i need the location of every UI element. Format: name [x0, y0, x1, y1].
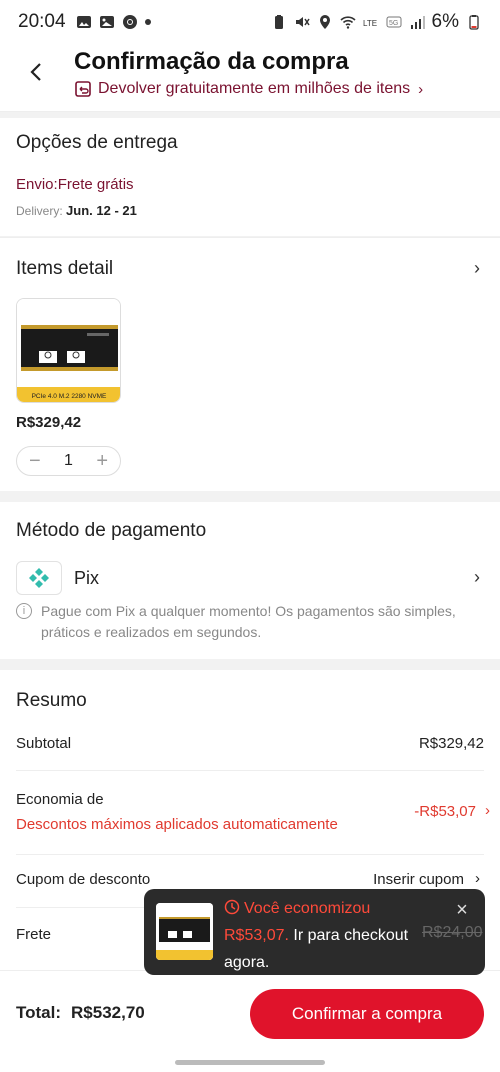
confirm-purchase-button[interactable]: Confirmar a compra: [250, 989, 484, 1039]
home-indicator[interactable]: [175, 1060, 325, 1065]
item-price: R$329,42: [16, 414, 82, 431]
battery-saver-icon: [274, 15, 283, 29]
battery-icon: [469, 15, 479, 30]
coupon-label: Cupom de desconto: [16, 871, 151, 888]
pix-label: Pix: [74, 567, 100, 588]
items-detail-section: Items detail › PCIe 4.0 M.2 2280 NVME R$…: [0, 237, 500, 491]
5g-icon: 5G: [386, 16, 402, 28]
summary-title: Resumo: [16, 690, 87, 711]
divider: [16, 854, 484, 855]
pix-info-note: i Pague com Pix a qualquer momento! Os p…: [16, 601, 476, 643]
chevron-left-icon: [30, 63, 41, 81]
battery-percent: 6%: [431, 11, 459, 32]
gallery-icon: [76, 16, 91, 28]
decrease-quantity-button[interactable]: −: [29, 450, 41, 473]
toast-headline-row: Você economizou: [224, 895, 439, 922]
toast-message: Você economizou R$53,07. Ir para checkou…: [224, 895, 439, 976]
subtotal-value: R$329,42: [418, 735, 484, 752]
signal-icon: [410, 16, 425, 29]
free-return-text: Devolver gratuitamente em milhões de ite…: [98, 80, 411, 97]
delivery-estimate: Delivery: Jun. 12 - 21: [16, 203, 137, 218]
image-icon: [99, 16, 114, 28]
more-notifications-icon: [144, 19, 151, 25]
payment-chevron-icon: ›: [474, 567, 480, 587]
close-icon[interactable]: ×: [453, 900, 471, 920]
items-title: Items detail: [16, 258, 114, 279]
total: Total: R$532,70: [16, 1003, 145, 1023]
savings-value: -R$53,07: [414, 803, 476, 820]
clock-icon: [224, 899, 240, 915]
divider: [16, 770, 484, 771]
subtotal-label: Subtotal: [16, 735, 72, 752]
total-label: Total:: [16, 1003, 62, 1022]
ssd-product-image: PCIe 4.0 M.2 2280 NVME: [17, 299, 120, 402]
system-icons: LTE 5G 6%: [271, 11, 482, 33]
toast-headline: Você economizou: [244, 900, 371, 917]
payment-method-section: Método de pagamento Pix › i Pague com Pi…: [0, 502, 500, 659]
coupon-row[interactable]: Cupom de desconto Inserir cupom ›: [16, 870, 484, 888]
toast-amount: R$53,07.: [224, 927, 289, 944]
pix-icon: [29, 568, 49, 588]
info-icon: i: [16, 603, 32, 619]
delivery-dates: Jun. 12 - 21: [66, 203, 137, 218]
subtotal-row: Subtotal R$329,42: [16, 735, 484, 752]
coupon-chevron-icon: ›: [475, 870, 480, 887]
svg-text:5G: 5G: [389, 20, 398, 27]
quantity-stepper: − 1 +: [16, 446, 121, 476]
delivery-options-section: Opções de entrega Envio:Frete grátis Del…: [0, 118, 500, 236]
pix-note-text: Pague com Pix a qualquer momento! Os pag…: [41, 603, 456, 640]
location-icon: [319, 15, 330, 29]
payment-title: Método de pagamento: [16, 520, 207, 541]
shipping-label: Frete: [16, 926, 52, 943]
product-badge-text: PCIe 4.0 M.2 2280 NVME: [32, 393, 107, 400]
total-value: R$532,70: [71, 1003, 145, 1022]
svg-text:LTE: LTE: [363, 19, 377, 28]
increase-quantity-button[interactable]: +: [96, 450, 108, 473]
coupon-value: Inserir cupom: [373, 871, 464, 888]
savings-chevron-icon: ›: [485, 802, 490, 819]
shipping-original-value: R$24,00: [422, 924, 483, 941]
toast-product-image: [156, 903, 213, 960]
page-header: Confirmação da compra Devolver gratuitam…: [0, 44, 500, 112]
status-time: 20:04: [18, 11, 66, 32]
product-image[interactable]: PCIe 4.0 M.2 2280 NVME: [16, 298, 121, 403]
quantity-value: 1: [64, 452, 73, 469]
delivery-title: Opções de entrega: [16, 132, 178, 153]
chrome-icon: [122, 15, 137, 29]
wifi-icon: [339, 16, 356, 29]
back-button[interactable]: [22, 58, 50, 86]
notification-icons: [76, 14, 151, 30]
ssd-thumbnail: [156, 903, 213, 960]
pix-logo-box: [16, 561, 62, 595]
checkout-bar: Total: R$532,70 Confirmar a compra: [0, 970, 500, 1072]
shipping-method: Envio:Frete grátis: [16, 176, 134, 193]
mute-icon: [295, 17, 310, 27]
page-title: Confirmação da compra: [74, 48, 349, 75]
free-return-link[interactable]: Devolver gratuitamente em milhões de ite…: [74, 80, 423, 98]
volte-icon: LTE: [363, 19, 377, 28]
status-bar: 20:04 LTE 5G 6%: [0, 0, 500, 44]
chevron-right-icon: ›: [418, 80, 424, 98]
return-icon: [75, 81, 91, 97]
payment-option-pix[interactable]: Pix ›: [16, 560, 484, 596]
savings-row[interactable]: Economia de Descontos máximos aplicados …: [16, 791, 490, 841]
toast-body: R$53,07. Ir para checkout agora.: [224, 922, 439, 976]
items-chevron-icon[interactable]: ›: [474, 258, 480, 279]
delivery-label: Delivery:: [16, 204, 63, 218]
